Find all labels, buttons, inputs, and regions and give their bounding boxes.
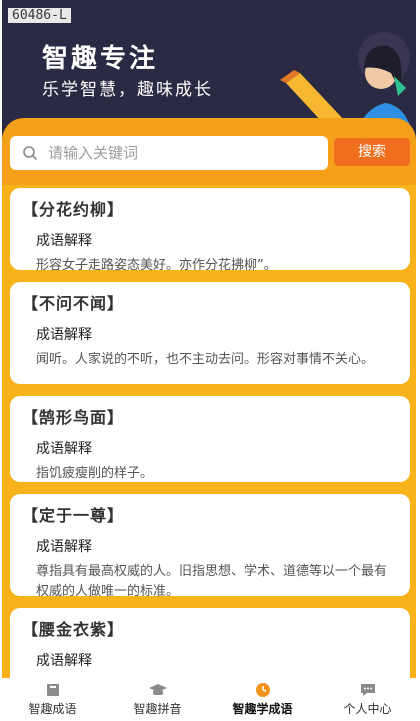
search-bar[interactable]	[10, 136, 328, 170]
tab-label: 智趣学成语	[232, 702, 293, 716]
tab-label: 智趣拼音	[133, 702, 182, 716]
idiom-list: 【分花约柳】 成语解释 形容女子走路姿态美好。亦作分花拂柳”。 【不问不闻】 成…	[10, 188, 410, 678]
banner-subtitle: 乐学智慧，趣味成长	[42, 80, 213, 100]
book-icon	[46, 684, 59, 696]
idiom-card[interactable]: 【不问不闻】 成语解释 闻听。人家说的不听，也不主动去问。形容对事情不关心。	[10, 282, 410, 384]
chat-bubble-icon	[360, 684, 375, 696]
tab-label: 智趣成语	[28, 702, 77, 716]
bottom-tab-bar: 智趣成语 智趣拼音 智趣学成语 个人中心	[0, 678, 420, 721]
app-frame: 60486-L 智趣专注 乐学智慧，趣味成长 搜索 【分花约柳】 成语解释	[2, 0, 416, 678]
graduation-cap-icon	[148, 684, 167, 695]
tab-profile[interactable]: 个人中心	[315, 682, 420, 721]
idiom-card[interactable]: 【分花约柳】 成语解释 形容女子走路姿态美好。亦作分花拂柳”。	[10, 188, 410, 273]
search-input[interactable]	[46, 143, 310, 163]
tab-pinyin[interactable]: 智趣拼音	[105, 682, 210, 721]
idiom-description: 形容女子走路姿态美好。亦作分花拂柳”。	[36, 258, 277, 273]
idiom-subtitle: 成语解释	[36, 539, 92, 555]
idiom-card[interactable]: 【鹄形鸟面】 成语解释 指饥疲瘦削的样子。	[10, 396, 410, 482]
idiom-title: 【腰金衣紫】	[22, 620, 125, 639]
banner-title: 智趣专注	[42, 44, 159, 74]
idiom-title: 【分花约柳】	[22, 200, 125, 219]
idiom-title: 【鹄形鸟面】	[22, 408, 125, 427]
idiom-description: 尊指具有最高权威的人。旧指思想、学术、道德等以一个最有权威的人做唯一的标准。	[36, 564, 388, 599]
banner-id-text: 60486-L	[8, 8, 71, 23]
search-icon	[23, 146, 38, 161]
idiom-description: 指饥疲瘦削的样子。	[36, 466, 154, 481]
idiom-subtitle: 成语解释	[36, 441, 92, 457]
tab-idioms[interactable]: 智趣成语	[0, 682, 105, 721]
idiom-title: 【定于一尊】	[22, 506, 125, 525]
idiom-subtitle: 成语解释	[36, 233, 92, 249]
search-button[interactable]: 搜索	[334, 138, 410, 166]
idiom-subtitle: 成语解释	[36, 327, 92, 343]
idiom-description: 闻听。人家说的不听，也不主动去问。形容对事情不关心。	[36, 352, 375, 367]
idiom-card[interactable]: 【定于一尊】 成语解释 尊指具有最高权威的人。旧指思想、学术、道德等以一个最有权…	[10, 494, 410, 599]
tab-label: 个人中心	[343, 702, 392, 716]
tab-learn-idioms[interactable]: 智趣学成语	[210, 682, 315, 721]
idiom-title: 【不问不闻】	[22, 294, 125, 313]
idiom-subtitle: 成语解释	[36, 653, 92, 669]
idiom-card[interactable]: 【腰金衣紫】 成语解释	[10, 608, 410, 678]
clock-icon	[255, 683, 270, 697]
